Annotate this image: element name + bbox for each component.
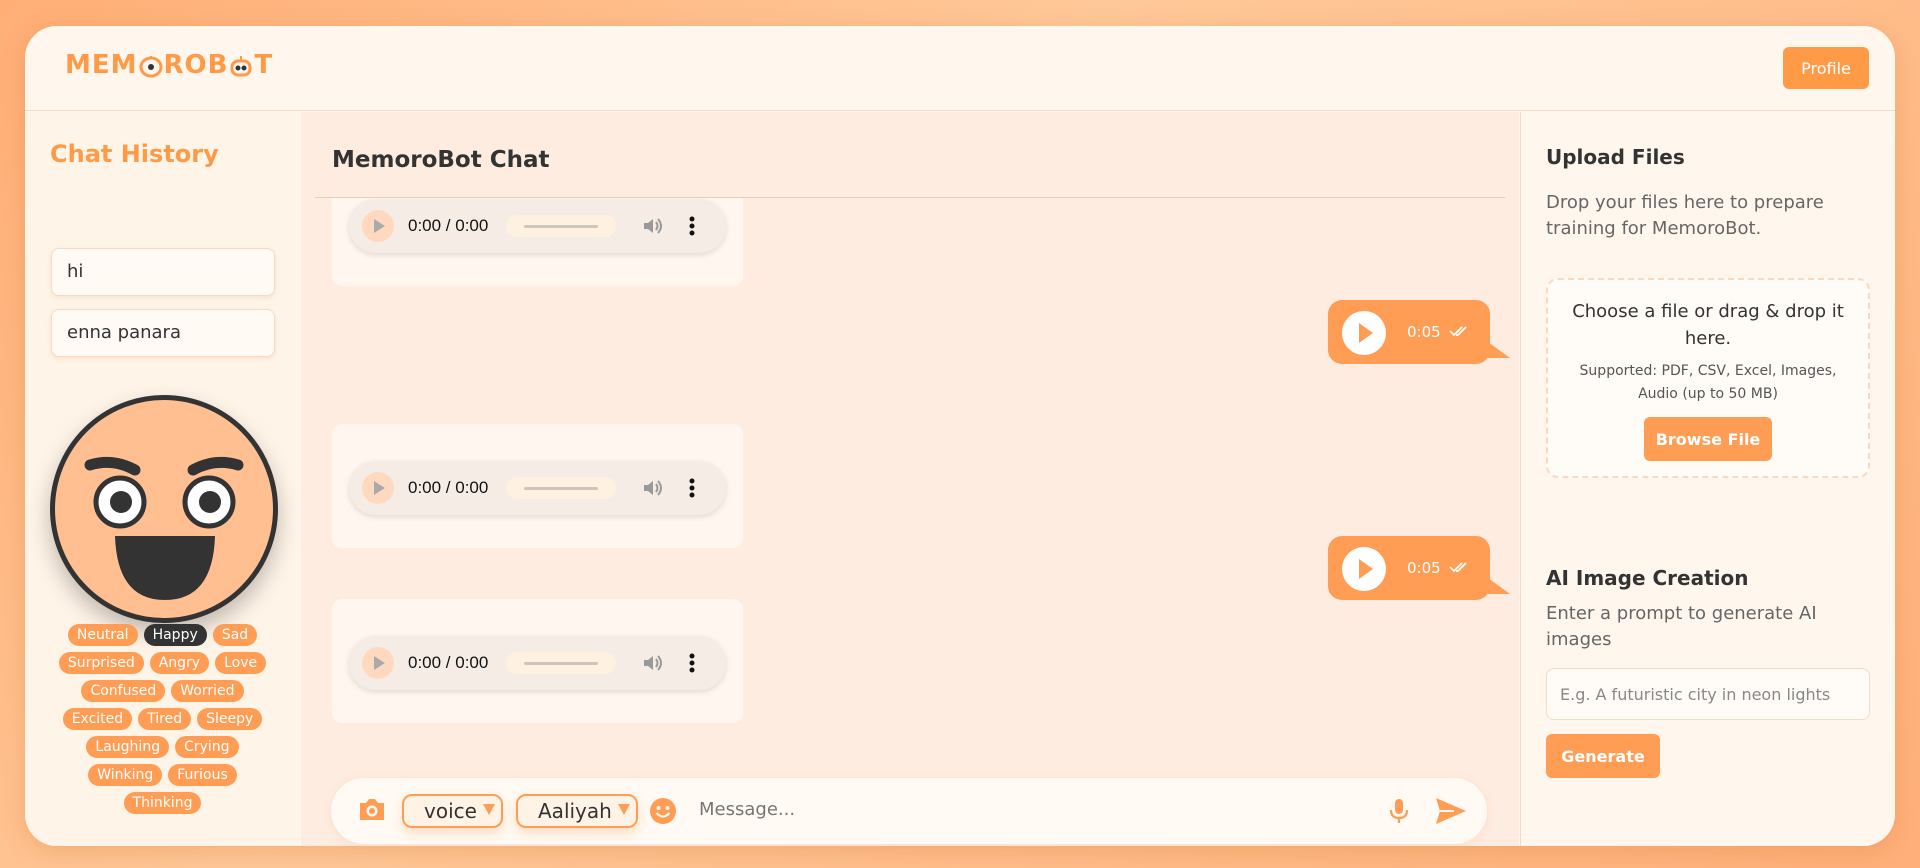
more-options-icon[interactable] bbox=[689, 215, 695, 237]
emotion-love[interactable]: Love bbox=[215, 652, 267, 674]
volume-icon[interactable] bbox=[642, 653, 664, 673]
voice-select-value: Aaliyah bbox=[538, 799, 612, 823]
profile-button[interactable]: Profile bbox=[1783, 47, 1869, 89]
user-voice-message: 0:05 bbox=[1328, 536, 1510, 600]
audio-progress-slider[interactable] bbox=[506, 477, 616, 499]
microphone-icon[interactable] bbox=[1389, 797, 1409, 825]
bot-audio-message: 0:00 / 0:00 bbox=[332, 599, 743, 723]
emotion-winking[interactable]: Winking bbox=[88, 764, 163, 786]
avatar-happy-face bbox=[50, 395, 278, 623]
audio-player: 0:00 / 0:00 bbox=[349, 461, 726, 515]
emotion-surprised[interactable]: Surprised bbox=[58, 652, 144, 674]
emotion-selector: Neutral Happy Sad Surprised Angry Love C… bbox=[50, 624, 275, 814]
voice-duration: 0:05 bbox=[1407, 559, 1441, 577]
mode-select[interactable]: voice bbox=[402, 794, 503, 828]
audio-player: 0:00 / 0:00 bbox=[349, 199, 726, 253]
browse-file-button[interactable]: Browse File bbox=[1644, 417, 1772, 461]
audio-player: 0:00 / 0:00 bbox=[349, 636, 726, 690]
send-icon[interactable] bbox=[1434, 796, 1468, 826]
robot-head-icon bbox=[229, 55, 253, 77]
emotion-worried[interactable]: Worried bbox=[171, 680, 244, 702]
more-options-icon[interactable] bbox=[689, 477, 695, 499]
emotion-furious[interactable]: Furious bbox=[168, 764, 237, 786]
audio-time: 0:00 / 0:00 bbox=[408, 653, 489, 672]
logo-text-mid: RO bbox=[163, 50, 208, 80]
emotion-laughing[interactable]: Laughing bbox=[86, 736, 170, 758]
voice-duration: 0:05 bbox=[1407, 323, 1441, 341]
emotion-sleepy[interactable]: Sleepy bbox=[197, 708, 263, 730]
audio-time: 0:00 / 0:00 bbox=[408, 478, 489, 497]
bot-audio-message: 0:00 / 0:00 bbox=[332, 198, 743, 286]
ai-image-title: AI Image Creation bbox=[1546, 566, 1749, 590]
logo-text-left: MEM bbox=[65, 50, 138, 80]
supported-formats-text: Supported: PDF, CSV, Excel, Images, Audi… bbox=[1579, 363, 1837, 402]
emotion-neutral[interactable]: Neutral bbox=[67, 624, 138, 646]
read-ticks-icon bbox=[1449, 326, 1467, 337]
voice-select[interactable]: Aaliyah bbox=[516, 794, 638, 828]
chevron-down-icon bbox=[618, 804, 630, 815]
mode-select-value: voice bbox=[424, 799, 477, 823]
emoji-icon[interactable] bbox=[649, 797, 677, 825]
more-options-icon[interactable] bbox=[689, 652, 695, 674]
memorobot-logo[interactable]: MEM RO B T bbox=[65, 50, 273, 80]
upload-files-title: Upload Files bbox=[1546, 145, 1685, 169]
ai-image-description: Enter a prompt to generate AI images bbox=[1546, 603, 1817, 650]
bot-audio-message: 0:00 / 0:00 bbox=[332, 424, 743, 548]
generate-button[interactable]: Generate bbox=[1546, 734, 1660, 778]
volume-icon[interactable] bbox=[642, 478, 664, 498]
chat-history-title: Chat History bbox=[50, 140, 219, 168]
play-icon[interactable] bbox=[362, 647, 394, 679]
audio-progress-slider[interactable] bbox=[506, 652, 616, 674]
message-input-bar: voice Aaliyah bbox=[331, 778, 1487, 844]
tools-panel: Upload Files Drop your files here to pre… bbox=[1520, 112, 1895, 846]
read-ticks-icon bbox=[1449, 562, 1467, 573]
chat-panel: MemoroBot Chat 0:00 / 0:00 0:05 0:00 / 0… bbox=[301, 112, 1528, 846]
user-voice-message: 0:05 bbox=[1328, 300, 1510, 364]
play-icon[interactable] bbox=[1342, 547, 1386, 591]
logo-text-right: B bbox=[207, 50, 229, 80]
chat-history-sidebar: Chat History hi enna panara Neutral Happ… bbox=[25, 112, 300, 846]
app-window: MEM RO B T Profile Chat History hi enna … bbox=[25, 26, 1895, 846]
image-prompt-input[interactable] bbox=[1546, 668, 1870, 720]
chat-history-item[interactable]: enna panara bbox=[51, 309, 275, 357]
emotion-sad[interactable]: Sad bbox=[212, 624, 258, 646]
emotion-happy[interactable]: Happy bbox=[143, 624, 207, 646]
emotion-excited[interactable]: Excited bbox=[62, 708, 133, 730]
chat-history-item[interactable]: hi bbox=[51, 248, 275, 296]
file-drop-zone[interactable]: Choose a file or drag & drop it here. Su… bbox=[1546, 278, 1870, 478]
drop-zone-text: Choose a file or drag & drop it here. bbox=[1572, 301, 1844, 349]
camera-icon[interactable] bbox=[357, 797, 387, 823]
play-icon[interactable] bbox=[362, 472, 394, 504]
emotion-angry[interactable]: Angry bbox=[149, 652, 210, 674]
top-bar: MEM RO B T Profile bbox=[25, 26, 1895, 111]
audio-progress-slider[interactable] bbox=[506, 215, 616, 237]
audio-time: 0:00 / 0:00 bbox=[408, 216, 489, 235]
emotion-thinking[interactable]: Thinking bbox=[123, 792, 202, 814]
emotion-crying[interactable]: Crying bbox=[175, 736, 239, 758]
volume-icon[interactable] bbox=[642, 216, 664, 236]
play-icon[interactable] bbox=[1342, 311, 1386, 355]
play-icon[interactable] bbox=[362, 210, 394, 242]
message-input[interactable] bbox=[699, 799, 1359, 820]
emotion-tired[interactable]: Tired bbox=[138, 708, 192, 730]
emotion-confused[interactable]: Confused bbox=[81, 680, 166, 702]
chat-title: MemoroBot Chat bbox=[332, 147, 550, 173]
robot-eye-icon bbox=[139, 55, 163, 78]
message-list: 0:00 / 0:00 0:05 0:00 / 0:00 0:05 0:00 /… bbox=[301, 198, 1519, 738]
logo-text-end: T bbox=[254, 50, 274, 80]
upload-description: Drop your files here to prepare training… bbox=[1546, 192, 1824, 239]
chevron-down-icon bbox=[483, 804, 495, 815]
